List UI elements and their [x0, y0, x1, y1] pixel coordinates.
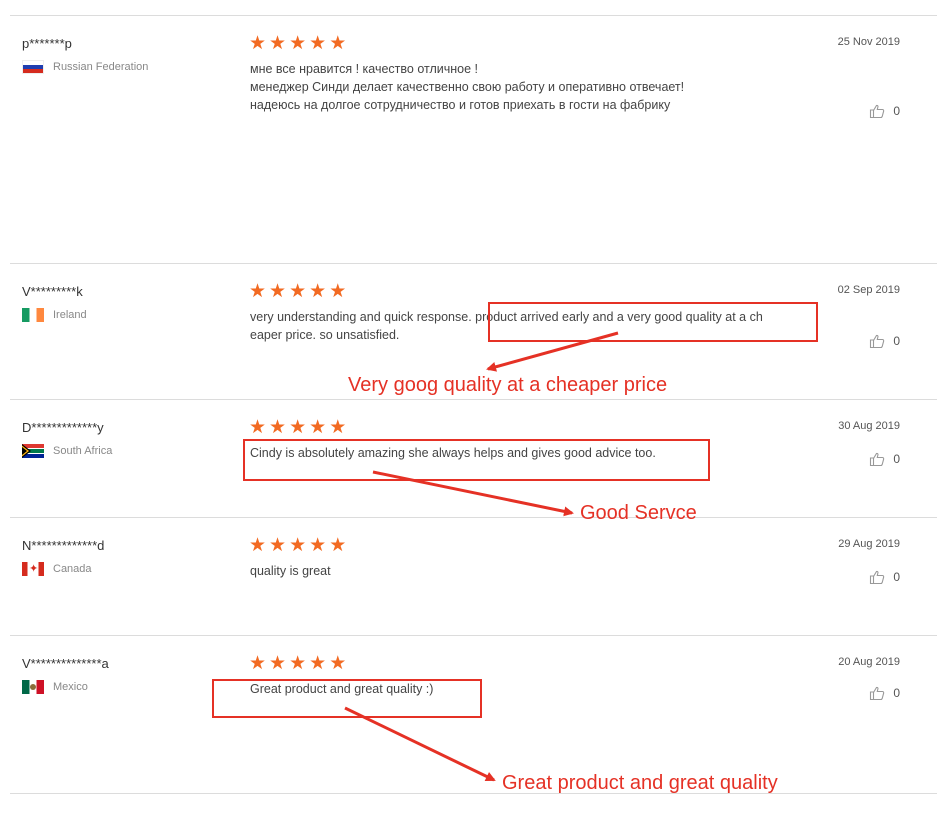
divider: [10, 263, 937, 264]
divider: [10, 635, 937, 636]
star-icon: ★: [249, 535, 267, 556]
arrow: [344, 706, 496, 782]
reviewer-name: D*************y: [22, 420, 104, 435]
reviewer-country: Mexico: [22, 680, 88, 694]
reviewer-name: N*************d: [22, 538, 105, 553]
south-africa-flag-icon: [22, 444, 44, 458]
thumbs-up-icon: [870, 570, 885, 585]
star-icon: ★: [269, 653, 287, 674]
like-count: 0: [893, 452, 900, 466]
star-icon: ★: [249, 33, 267, 54]
divider: [10, 15, 937, 16]
highlight-box: [212, 679, 482, 718]
star-icon: ★: [249, 281, 267, 302]
star-icon: ★: [309, 535, 327, 556]
star-icon: ★: [329, 33, 347, 54]
review-date: 29 Aug 2019: [838, 538, 900, 550]
star-icon: ★: [269, 535, 287, 556]
annotation-label: Very goog quality at a cheaper price: [348, 374, 668, 396]
review-date: 25 Nov 2019: [837, 36, 900, 48]
divider: [10, 793, 937, 794]
like-count: 0: [893, 686, 900, 700]
highlight-box: [488, 302, 818, 342]
review-text: мне все нравится ! качество отличное ! м…: [250, 62, 685, 112]
reviewer-name: V*********k: [22, 284, 83, 299]
helpful-button[interactable]: 0: [869, 103, 900, 119]
helpful-button[interactable]: 0: [869, 333, 900, 349]
like-count: 0: [893, 570, 900, 584]
canada-flag-icon: ✦: [22, 562, 44, 576]
review-date: 20 Aug 2019: [838, 656, 900, 668]
star-icon: ★: [329, 281, 347, 302]
star-icon: ★: [289, 33, 307, 54]
star-icon: ★: [329, 417, 347, 438]
country-name: South Africa: [53, 445, 113, 457]
star-icon: ★: [269, 33, 287, 54]
country-name: Ireland: [53, 309, 87, 321]
star-icon: ★: [329, 535, 347, 556]
reviewer-country: South Africa: [22, 444, 112, 458]
star-rating: ★ ★ ★ ★ ★: [249, 654, 346, 673]
helpful-button[interactable]: 0: [869, 685, 900, 701]
review-date: 02 Sep 2019: [837, 284, 900, 296]
star-icon: ★: [309, 281, 327, 302]
reviewer-country: Ireland: [22, 308, 87, 322]
reviewer-country: ✦ Canada: [22, 562, 92, 576]
star-icon: ★: [309, 653, 327, 674]
divider: [10, 399, 937, 400]
thumbs-up-icon: [870, 334, 885, 349]
annotation-label: Great product and great quality: [502, 772, 778, 794]
star-icon: ★: [269, 281, 287, 302]
divider: [10, 517, 937, 518]
helpful-button[interactable]: 0: [869, 569, 900, 585]
star-icon: ★: [249, 417, 267, 438]
star-icon: ★: [329, 653, 347, 674]
ireland-flag-icon: [22, 308, 44, 322]
mexico-flag-icon: [22, 680, 44, 694]
thumbs-up-icon: [870, 104, 885, 119]
review-text: quality is great: [250, 564, 331, 578]
reviewer-name: V**************a: [22, 656, 109, 671]
star-rating: ★ ★ ★ ★ ★: [249, 536, 346, 555]
star-icon: ★: [289, 535, 307, 556]
star-icon: ★: [309, 33, 327, 54]
star-icon: ★: [289, 417, 307, 438]
star-icon: ★: [269, 417, 287, 438]
star-rating: ★ ★ ★ ★ ★: [249, 34, 346, 53]
star-icon: ★: [289, 653, 307, 674]
star-icon: ★: [309, 417, 327, 438]
highlight-box: [243, 439, 710, 481]
country-name: Canada: [53, 563, 92, 575]
country-name: Mexico: [53, 681, 88, 693]
thumbs-up-icon: [870, 686, 885, 701]
helpful-button[interactable]: 0: [869, 451, 900, 467]
annotation-label: Good Servce: [580, 502, 697, 524]
like-count: 0: [893, 104, 900, 118]
country-name: Russian Federation: [53, 61, 149, 73]
star-rating: ★ ★ ★ ★ ★: [249, 418, 346, 437]
russia-flag-icon: [22, 60, 44, 74]
star-icon: ★: [289, 281, 307, 302]
review-date: 30 Aug 2019: [838, 420, 900, 432]
thumbs-up-icon: [870, 452, 885, 467]
reviewer-name: p*******p: [22, 36, 72, 51]
star-icon: ★: [249, 653, 267, 674]
reviewer-country: Russian Federation: [22, 60, 148, 74]
like-count: 0: [893, 334, 900, 348]
star-rating: ★ ★ ★ ★ ★: [249, 282, 346, 301]
